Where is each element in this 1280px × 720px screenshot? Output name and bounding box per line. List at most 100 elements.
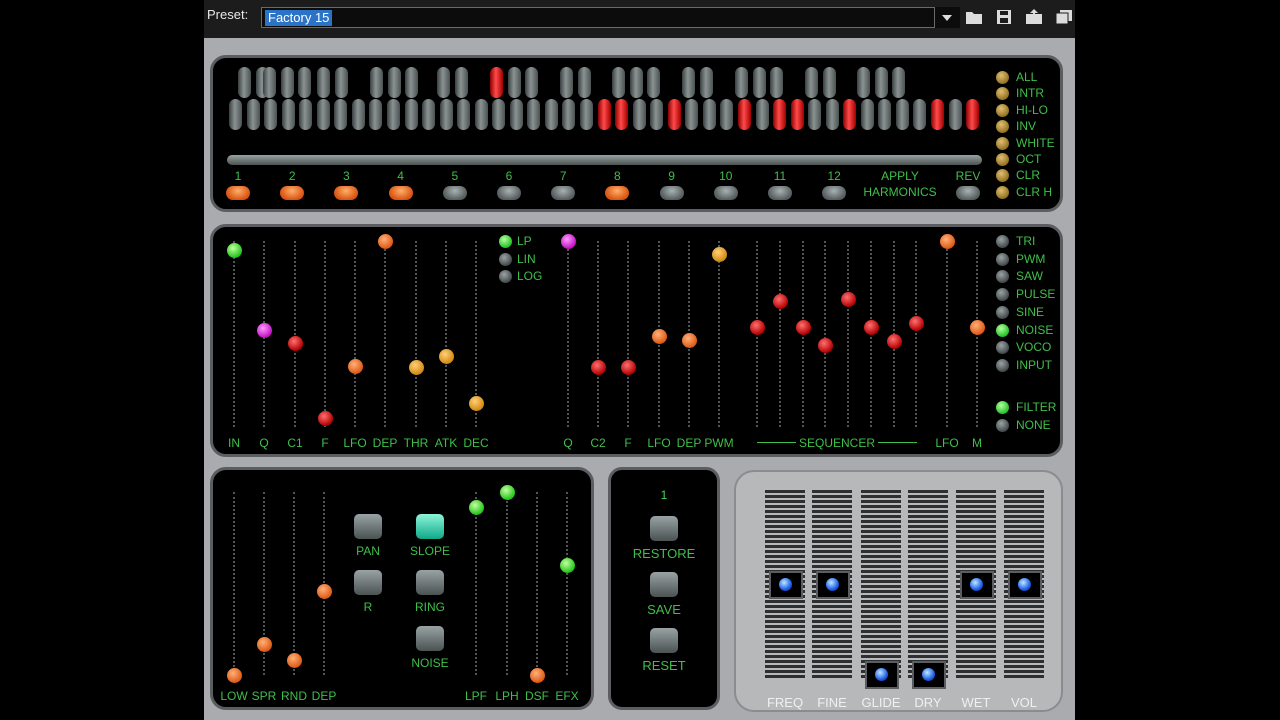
harmonic-key-lower[interactable] xyxy=(598,99,611,130)
mod-noise-button[interactable] xyxy=(416,626,444,651)
sequencer-step-3-knob[interactable] xyxy=(796,319,811,335)
waveform-pulse[interactable]: PULSE xyxy=(996,287,1061,302)
harmonic-key-lower[interactable] xyxy=(773,99,786,130)
harmonic-group-button[interactable] xyxy=(226,186,250,200)
sequencer-step-4-knob[interactable] xyxy=(818,338,833,354)
harmonic-key-lower[interactable] xyxy=(299,99,312,130)
waveform-saw[interactable]: SAW xyxy=(996,269,1061,284)
harmonic-key-lower[interactable] xyxy=(457,99,470,130)
output-fader-knob[interactable] xyxy=(816,571,850,599)
harmonic-key-lower[interactable] xyxy=(949,99,962,130)
filter-mode-log[interactable]: LOG xyxy=(499,269,549,284)
folder-icon[interactable] xyxy=(965,9,983,25)
harmonic-key-upper[interactable] xyxy=(525,67,538,98)
sequencer-step-8-knob[interactable] xyxy=(909,315,924,331)
osc-lfo-knob[interactable] xyxy=(940,234,955,249)
harmonic-key-lower[interactable] xyxy=(545,99,558,130)
harmonic-key-lower[interactable] xyxy=(527,99,540,130)
harmonic-key-upper[interactable] xyxy=(455,67,468,98)
slider-dep-knob[interactable] xyxy=(378,234,393,249)
reset-button[interactable] xyxy=(650,628,678,653)
restore-button[interactable] xyxy=(650,516,678,541)
waveform-sine[interactable]: SINE xyxy=(996,305,1061,320)
output-fader-knob[interactable] xyxy=(1008,571,1042,599)
output-fader-knob[interactable] xyxy=(912,661,946,689)
harmonic-group-button[interactable] xyxy=(497,186,521,200)
save-button[interactable] xyxy=(650,572,678,597)
harmonic-key-lower[interactable] xyxy=(791,99,804,130)
output-fader-knob[interactable] xyxy=(960,571,994,599)
sequencer-step-2-knob[interactable] xyxy=(773,293,788,309)
harmonic-key-upper[interactable] xyxy=(560,67,573,98)
harmonic-key-lower[interactable] xyxy=(229,99,242,130)
mod-pan-button[interactable] xyxy=(354,514,382,539)
harmonic-key-upper[interactable] xyxy=(857,67,870,98)
waveform-tri[interactable]: TRI xyxy=(996,234,1061,249)
waveform-pwm[interactable]: PWM xyxy=(996,252,1061,267)
option-oct[interactable]: OCT xyxy=(996,152,1066,167)
harmonic-key-upper[interactable] xyxy=(317,67,330,98)
harmonic-key-lower[interactable] xyxy=(475,99,488,130)
save-icon[interactable] xyxy=(995,9,1013,25)
harmonic-key-upper[interactable] xyxy=(682,67,695,98)
harmonic-key-upper[interactable] xyxy=(298,67,311,98)
harmonic-key-lower[interactable] xyxy=(808,99,821,130)
mod-slider-dsf-knob[interactable] xyxy=(530,668,545,683)
harmonic-key-lower[interactable] xyxy=(738,99,751,130)
filter-mode-lin[interactable]: LIN xyxy=(499,252,549,267)
sequencer-step-5-knob[interactable] xyxy=(841,291,856,307)
harmonic-key-lower[interactable] xyxy=(633,99,646,130)
harmonic-group-button[interactable] xyxy=(822,186,847,200)
harmonic-key-lower[interactable] xyxy=(247,99,260,130)
harmonic-key-lower[interactable] xyxy=(510,99,523,130)
harmonic-key-upper[interactable] xyxy=(335,67,348,98)
osc-slider-dep-knob[interactable] xyxy=(682,332,697,348)
harmonic-key-lower[interactable] xyxy=(685,99,698,130)
option-clr[interactable]: CLR xyxy=(996,168,1066,183)
option-inv[interactable]: INV xyxy=(996,119,1066,134)
harmonic-key-lower[interactable] xyxy=(422,99,435,130)
harmonic-key-lower[interactable] xyxy=(931,99,944,130)
slider-f-knob[interactable] xyxy=(318,410,333,426)
mod-slider-lpf-knob[interactable] xyxy=(469,499,484,515)
option-intr[interactable]: INTR xyxy=(996,86,1066,101)
harmonic-key-lower[interactable] xyxy=(878,99,891,130)
output-fader-glide[interactable] xyxy=(861,490,901,678)
sequencer-step-7-knob[interactable] xyxy=(887,334,902,350)
slider-lfo-knob[interactable] xyxy=(348,358,363,374)
route-filter[interactable]: FILTER xyxy=(996,400,1061,415)
harmonic-key-upper[interactable] xyxy=(263,67,276,98)
harmonic-key-lower[interactable] xyxy=(703,99,716,130)
slider-in-knob[interactable] xyxy=(227,243,242,259)
mod-slider-rnd-knob[interactable] xyxy=(287,653,302,669)
rev-button[interactable] xyxy=(956,186,980,200)
harmonic-key-upper[interactable] xyxy=(892,67,905,98)
harmonic-key-upper[interactable] xyxy=(700,67,713,98)
harmonic-group-button[interactable] xyxy=(605,186,630,200)
option-clr-h[interactable]: CLR H xyxy=(996,185,1066,200)
harmonic-key-upper[interactable] xyxy=(388,67,401,98)
harmonic-key-lower[interactable] xyxy=(896,99,909,130)
harmonic-key-lower[interactable] xyxy=(317,99,330,130)
harmonic-key-lower[interactable] xyxy=(334,99,347,130)
slider-dec-knob[interactable] xyxy=(469,395,484,411)
harmonic-key-upper[interactable] xyxy=(238,67,251,98)
harmonic-key-upper[interactable] xyxy=(612,67,625,98)
harmonic-key-lower[interactable] xyxy=(369,99,382,130)
mod-r-button[interactable] xyxy=(354,570,382,595)
waveform-voco[interactable]: VOCO xyxy=(996,340,1061,355)
slider-q-knob[interactable] xyxy=(257,323,272,339)
output-fader-dry[interactable] xyxy=(908,490,948,678)
filter-mode-lp[interactable]: LP xyxy=(499,234,549,249)
harmonic-group-button[interactable] xyxy=(442,186,467,200)
option-hi-lo[interactable]: HI-LO xyxy=(996,103,1066,118)
harmonic-key-lower[interactable] xyxy=(405,99,418,130)
harmonic-key-lower[interactable] xyxy=(861,99,874,130)
mod-ring-button[interactable] xyxy=(416,570,444,595)
harmonic-key-upper[interactable] xyxy=(875,67,888,98)
harmonic-group-button[interactable] xyxy=(280,186,305,200)
slider-thr-knob[interactable] xyxy=(409,360,424,376)
harmonic-key-lower[interactable] xyxy=(562,99,575,130)
sequencer-step-1-knob[interactable] xyxy=(750,319,765,335)
harmonics-scroll-bar[interactable] xyxy=(227,155,982,165)
